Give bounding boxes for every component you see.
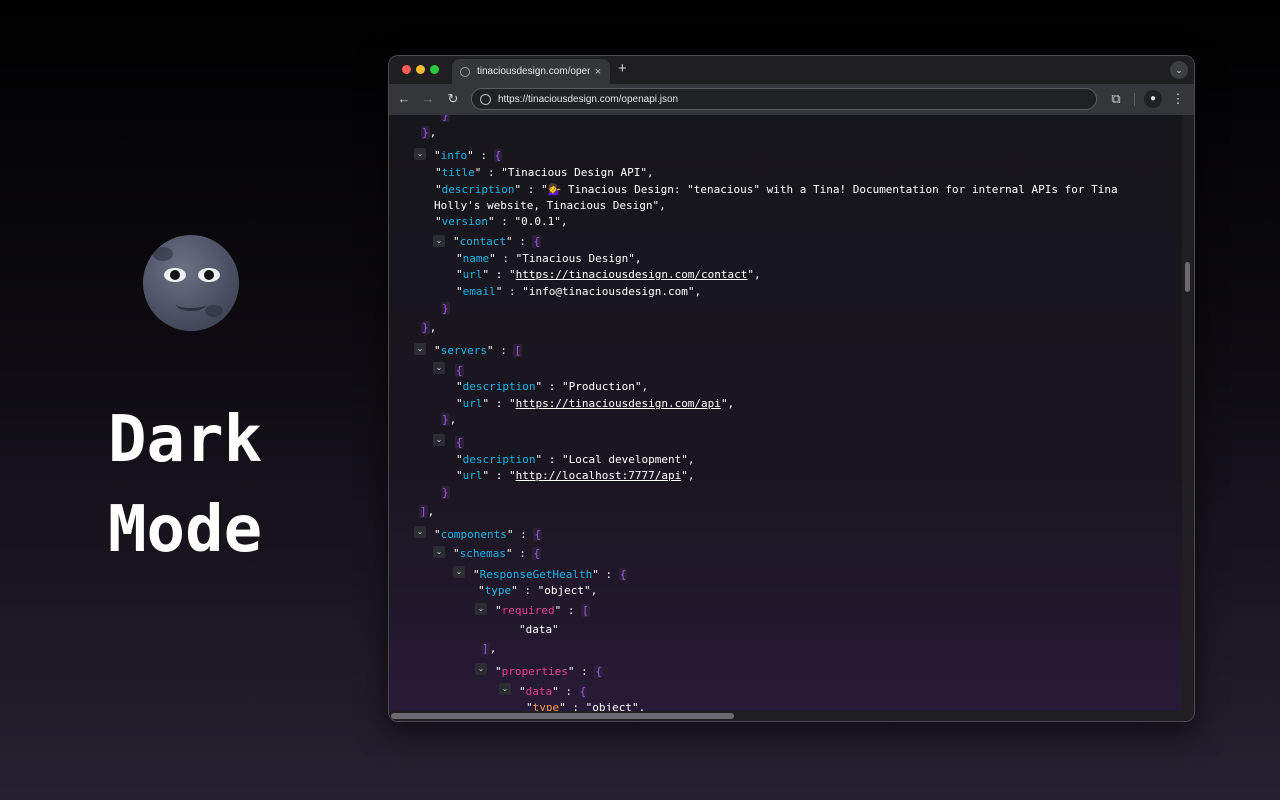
json-line: "data" xyxy=(519,623,559,636)
minimize-window-button[interactable] xyxy=(416,65,425,74)
collapse-toggle-icon[interactable]: ⌄ xyxy=(414,526,426,538)
address-bar[interactable]: https://tinaciousdesign.com/openapi.json xyxy=(471,88,1097,110)
collapse-toggle-icon[interactable]: ⌄ xyxy=(433,546,445,558)
browser-window: tinaciousdesign.com/openapi × + ⌄ ← → ↻ … xyxy=(388,55,1195,722)
moon-crater xyxy=(205,305,223,317)
promo-title-line1: Dark xyxy=(108,403,263,477)
moon-crater xyxy=(153,247,173,261)
promo-title: Dark Mode xyxy=(108,395,368,575)
tab-strip: tinaciousdesign.com/openapi × + ⌄ xyxy=(389,56,1194,84)
collapse-toggle-icon[interactable]: ⌄ xyxy=(433,362,445,374)
globe-icon xyxy=(460,66,470,77)
collapse-toggle-icon[interactable]: ⌄ xyxy=(475,663,487,675)
json-line: "email" : "info@tinaciousdesign.com", xyxy=(456,285,702,298)
close-window-button[interactable] xyxy=(402,65,411,74)
json-line: "version" : "0.0.1", xyxy=(435,215,568,228)
extensions-icon[interactable]: ⧉ xyxy=(1107,90,1125,108)
promo-title-line2: Mode xyxy=(108,493,263,567)
tab-close-icon[interactable]: × xyxy=(590,66,606,78)
moon-mouth xyxy=(176,298,206,311)
forward-button[interactable]: → xyxy=(419,90,437,108)
json-line: "required" : [ xyxy=(495,604,590,617)
collapse-toggle-icon[interactable]: ⌄ xyxy=(433,235,445,247)
json-line: }, xyxy=(421,321,437,334)
tab-title: tinaciousdesign.com/openapi xyxy=(477,66,590,77)
json-line: "name" : "Tinacious Design", xyxy=(456,252,642,265)
collapse-toggle-icon[interactable]: ⌄ xyxy=(499,683,511,695)
full-moon-face-emoji-icon xyxy=(143,235,239,331)
collapse-toggle-icon[interactable]: ⌄ xyxy=(475,603,487,615)
json-line: "info" : { xyxy=(434,149,503,162)
vertical-scrollbar[interactable] xyxy=(1182,115,1193,711)
server-url-link[interactable]: https://tinaciousdesign.com/api xyxy=(516,397,721,410)
json-line: "url" : "https://tinaciousdesign.com/con… xyxy=(456,268,761,281)
json-line: Holly's website, Tinacious Design", xyxy=(434,199,666,212)
json-line: "data" : { xyxy=(519,685,588,698)
json-line: "description" : "Local development", xyxy=(456,453,695,466)
vertical-scrollbar-thumb[interactable] xyxy=(1185,262,1190,292)
new-tab-button[interactable]: + xyxy=(618,60,627,77)
json-line: "properties" : { xyxy=(495,665,603,678)
json-line: "url" : "https://tinaciousdesign.com/api… xyxy=(456,397,735,410)
json-line: }, xyxy=(421,126,437,139)
json-line: "title" : "Tinacious Design API", xyxy=(435,166,654,179)
json-line: } xyxy=(441,302,450,315)
json-line: }, xyxy=(441,413,457,426)
collapse-toggle-icon[interactable]: ⌄ xyxy=(414,148,426,160)
collapse-toggle-icon[interactable]: ⌄ xyxy=(414,343,426,355)
json-line: "components" : { xyxy=(434,528,542,541)
horizontal-scrollbar[interactable] xyxy=(389,711,1193,721)
horizontal-scrollbar-thumb[interactable] xyxy=(391,713,734,719)
moon-eye-left xyxy=(164,268,186,282)
json-line: "type" : "object", xyxy=(526,701,646,711)
json-line: "description" : "💁‍♀️ Tinacious Design: … xyxy=(435,183,1118,196)
tab-search-button[interactable]: ⌄ xyxy=(1170,61,1188,79)
json-line: ], xyxy=(419,505,435,518)
address-url[interactable]: https://tinaciousdesign.com/openapi.json xyxy=(498,94,678,105)
browser-toolbar: ← → ↻ https://tinaciousdesign.com/openap… xyxy=(389,84,1194,115)
json-line: { xyxy=(455,436,464,449)
site-info-icon[interactable] xyxy=(480,93,491,105)
contact-url-link[interactable]: https://tinaciousdesign.com/contact xyxy=(516,268,748,281)
server-url-link[interactable]: http://localhost:7777/api xyxy=(516,469,682,482)
json-line: "type" : "object", xyxy=(478,584,598,597)
json-line: "ResponseGetHealth" : { xyxy=(473,568,628,581)
json-line: { xyxy=(455,364,464,377)
json-line: "schemas" : { xyxy=(453,547,542,560)
maximize-window-button[interactable] xyxy=(430,65,439,74)
json-line: } xyxy=(441,115,450,124)
json-line: } xyxy=(441,486,450,499)
back-button[interactable]: ← xyxy=(395,90,413,108)
browser-menu-button[interactable]: ⋮ xyxy=(1169,90,1187,108)
collapse-toggle-icon[interactable]: ⌄ xyxy=(433,434,445,446)
json-line: "url" : "http://localhost:7777/api", xyxy=(456,469,695,482)
collapse-toggle-icon[interactable]: ⌄ xyxy=(453,566,465,578)
json-line: ], xyxy=(481,642,497,655)
json-line: "contact" : { xyxy=(453,235,542,248)
browser-tab[interactable]: tinaciousdesign.com/openapi × xyxy=(452,59,610,84)
moon-eye-right xyxy=(198,268,220,282)
toolbar-divider xyxy=(1134,93,1135,106)
json-line: "description" : "Production", xyxy=(456,380,649,393)
profile-icon[interactable]: ● xyxy=(1144,90,1162,108)
json-viewer: } }, ⌄ "info" : { "title" : "Tinacious D… xyxy=(389,115,1182,711)
reload-button[interactable]: ↻ xyxy=(444,90,462,108)
json-line: "servers" : [ xyxy=(434,344,523,357)
